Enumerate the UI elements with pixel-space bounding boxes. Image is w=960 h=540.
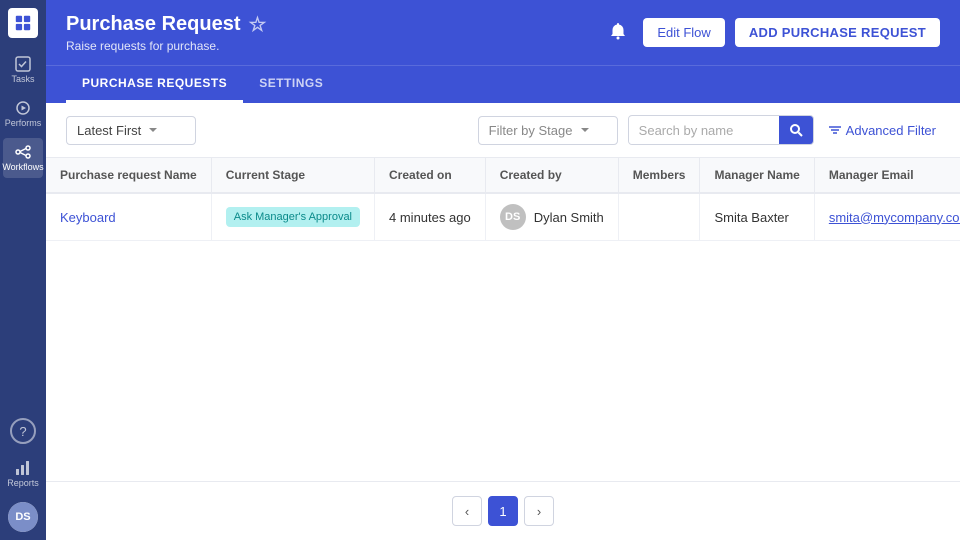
table-row: Keyboard Ask Manager's Approval 4 minute… [46, 193, 960, 241]
page-subtitle: Raise requests for purchase. [66, 39, 266, 53]
cell-manager-name: Smita Baxter [700, 193, 814, 241]
page-header: Purchase Request ☆ Raise requests for pu… [46, 0, 960, 65]
notifications-button[interactable] [603, 16, 633, 49]
cell-manager-email: smita@mycompany.com [814, 193, 960, 241]
col-members: Members [618, 158, 700, 193]
purchase-request-table: Purchase request Name Current Stage Crea… [46, 158, 960, 241]
sidebar-item-performs[interactable]: Performs [3, 94, 43, 134]
col-stage: Current Stage [211, 158, 374, 193]
cell-members [618, 193, 700, 241]
pagination-prev[interactable]: ‹ [452, 496, 482, 526]
cell-created-on: 4 minutes ago [375, 193, 486, 241]
toolbar: Latest First Filter by Stage Advanced [46, 103, 960, 158]
cell-stage: Ask Manager's Approval [211, 193, 374, 241]
creator-avatar: DS [500, 204, 526, 230]
favorite-icon[interactable]: ☆ [249, 12, 267, 37]
cell-request-name: Keyboard [46, 193, 211, 241]
col-manager-email: Manager Email [814, 158, 960, 193]
col-created-on: Created on [375, 158, 486, 193]
data-table-container: Purchase request Name Current Stage Crea… [46, 158, 960, 481]
tab-bar: PURCHASE REQUESTS SETTINGS [46, 65, 960, 103]
search-input[interactable] [629, 117, 779, 144]
header-left: Purchase Request ☆ Raise requests for pu… [66, 12, 266, 53]
main-content: Purchase Request ☆ Raise requests for pu… [46, 0, 960, 540]
pagination-next[interactable]: › [524, 496, 554, 526]
manager-email-link[interactable]: smita@mycompany.com [829, 210, 960, 225]
sidebar-item-workflows[interactable]: Workflows [3, 138, 43, 178]
col-created-by: Created by [485, 158, 618, 193]
sidebar-item-tasks[interactable]: Tasks [3, 50, 43, 90]
page-title: Purchase Request [66, 13, 241, 36]
creator-name: Dylan Smith [534, 210, 604, 225]
tab-settings[interactable]: SETTINGS [243, 66, 339, 103]
col-manager-name: Manager Name [700, 158, 814, 193]
sidebar-item-reports[interactable]: Reports [3, 454, 43, 494]
user-avatar[interactable]: DS [8, 502, 38, 532]
sidebar: Tasks Performs Workflows ? Reports [0, 0, 46, 540]
search-button[interactable] [779, 116, 813, 144]
table-header-row: Purchase request Name Current Stage Crea… [46, 158, 960, 193]
pagination-page-1[interactable]: 1 [488, 496, 518, 526]
advanced-filter-button[interactable]: Advanced Filter [824, 117, 940, 144]
filter-stage-dropdown[interactable]: Filter by Stage [478, 116, 618, 145]
tab-purchase-requests[interactable]: PURCHASE REQUESTS [66, 66, 243, 103]
pagination: ‹ 1 › [46, 481, 960, 540]
help-icon[interactable]: ? [10, 418, 36, 444]
header-actions: Edit Flow ADD PURCHASE REQUEST [603, 16, 940, 49]
created-by-cell: DS Dylan Smith [500, 204, 604, 230]
page-title-row: Purchase Request ☆ [66, 12, 266, 37]
request-name-link[interactable]: Keyboard [60, 210, 116, 225]
search-box[interactable] [628, 115, 814, 145]
edit-flow-button[interactable]: Edit Flow [643, 18, 724, 47]
sidebar-bottom: ? Reports DS [3, 418, 43, 532]
sort-dropdown[interactable]: Latest First [66, 116, 196, 145]
stage-badge: Ask Manager's Approval [226, 207, 360, 227]
app-logo[interactable] [8, 8, 38, 38]
add-purchase-request-button[interactable]: ADD PURCHASE REQUEST [735, 18, 940, 47]
cell-created-by: DS Dylan Smith [485, 193, 618, 241]
col-name: Purchase request Name [46, 158, 211, 193]
